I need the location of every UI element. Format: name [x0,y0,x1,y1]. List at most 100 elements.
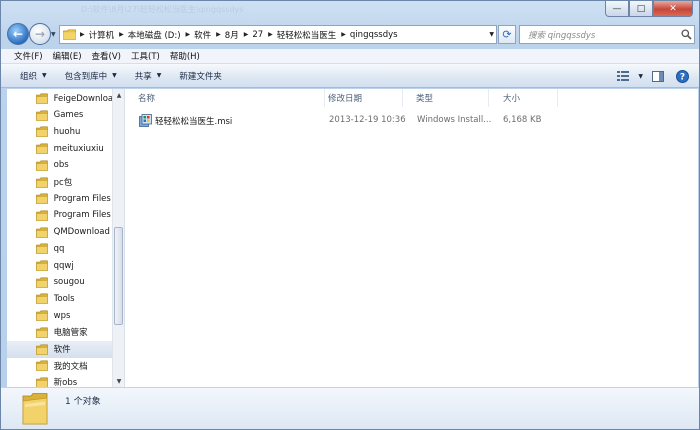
nav-tree-label: qq [53,243,65,254]
column-header-type[interactable]: 类型 [403,89,489,107]
chevron-right-icon[interactable]: ▶ [242,31,253,38]
command-button[interactable]: 包含到库中 ▼ [56,66,126,86]
nav-tree-item[interactable]: qq [7,240,112,257]
breadcrumb-item[interactable]: ▶ 计算机 [78,26,117,43]
search-box[interactable]: 搜索 qingqssdys [519,25,695,44]
chevron-up-icon: ▲ [116,91,122,99]
maximize-button[interactable]: □ [629,1,653,17]
column-header-name[interactable]: 名称 [125,89,325,107]
refresh-button[interactable]: ⟳ [498,25,516,44]
menu-item[interactable]: 文件(F) [9,50,48,62]
nav-tree-label: qqwj [53,260,74,271]
command-button[interactable]: 共享 ▼ [126,66,171,86]
chevron-right-icon[interactable]: ▶ [78,31,89,38]
navigation-scrollbar[interactable]: ▲ ▼ [112,89,124,387]
folder-icon [36,93,50,104]
help-button[interactable]: ? [673,67,691,85]
file-row[interactable]: 轻轻松松当医生.msi 2013-12-19 10:36 Windows Ins… [125,111,698,130]
breadcrumb-item[interactable]: ▶ qingqssdys [339,26,400,43]
forward-button[interactable]: → [29,23,51,45]
view-options-dropdown[interactable]: ▼ [638,73,643,80]
file-size: 6,168 KB [503,115,542,125]
search-icon[interactable] [678,29,694,40]
nav-tree-item[interactable]: 电脑管家 [7,324,112,341]
details-pane: 1 个对象 [1,387,699,429]
menu-item[interactable]: 工具(T) [126,50,165,62]
breadcrumb-item[interactable]: ▶ 27 [242,26,266,43]
file-list[interactable]: 名称 修改日期 类型 大小 轻轻松松当医生.msi 2013-12-19 10:… [125,89,698,387]
address-bar[interactable]: ▶ 计算机 ▶ 本地磁盘 (D:) ▶ 软件 ▶ 8月 ▶ 27 ▶ 轻轻松松当医生 ▶ qingqssd… [59,25,497,44]
nav-tree-item[interactable]: meituxiuxiu [7,140,112,157]
breadcrumb-item[interactable]: ▶ 轻轻松松当医生 [266,26,339,43]
folder-icon [36,344,50,355]
nav-tree-label: 新obs [53,378,78,387]
folder-icon [36,377,50,387]
breadcrumb-label[interactable]: 软件 [194,29,214,41]
file-type: Windows Install... [417,115,492,125]
back-button[interactable]: ← [7,23,29,45]
nav-tree-item[interactable]: FeigeDownloa [7,90,112,107]
scroll-thumb[interactable] [114,227,123,325]
scroll-up-button[interactable]: ▲ [113,89,124,101]
breadcrumb-item[interactable]: ▶ 软件 [184,26,215,43]
nav-tree-item[interactable]: 我的文档 [7,357,112,374]
breadcrumb-label[interactable]: 27 [252,30,266,40]
breadcrumb-item[interactable]: ▶ 本地磁盘 (D:) [117,26,183,43]
navigation-pane[interactable]: 新obs 我的文档 软件 电脑管家 wps Tools sougou qqwj qq QMDown… [7,89,125,387]
folder-icon [36,243,50,255]
command-button[interactable]: 新建文件夹 [170,66,231,86]
nav-tree-item[interactable]: 软件 [7,340,112,358]
nav-tree-item[interactable]: Program Files [7,207,112,224]
folder-icon [36,210,50,221]
folder-icon [60,26,78,43]
change-view-button[interactable] [614,67,632,85]
refresh-icon: ⟳ [502,28,512,41]
chevron-down-icon: ▼ [116,377,122,385]
arrow-left-icon: ← [12,27,24,41]
chevron-right-icon[interactable]: ▶ [266,31,277,38]
title-bar[interactable]: D:\软件\8月\27\轻轻松松当医生\qingqssdys — □ ✕ [1,1,699,19]
preview-pane-button[interactable] [649,67,667,85]
folder-icon [36,310,50,321]
menu-item[interactable]: 编辑(E) [48,50,87,62]
file-name[interactable]: 轻轻松松当医生.msi [155,115,232,127]
folder-icon [22,393,48,425]
nav-tree-item[interactable]: 新obs [7,374,112,387]
nav-tree-item[interactable]: Program Files [7,190,112,207]
folder-icon [36,110,50,121]
nav-tree-item[interactable]: qqwj [7,257,112,274]
column-header-modified[interactable]: 修改日期 [315,89,403,107]
nav-tree-label: sougou [53,277,85,288]
menu-item[interactable]: 帮助(H) [165,50,205,62]
recent-pages-dropdown[interactable]: ▼ [51,31,56,38]
breadcrumb-label[interactable]: 计算机 [89,29,118,41]
column-header-size[interactable]: 大小 [490,89,558,107]
breadcrumb-label[interactable]: 本地磁盘 (D:) [128,29,184,41]
chevron-right-icon[interactable]: ▶ [339,31,350,38]
nav-tree-item[interactable]: sougou [7,274,112,291]
nav-tree-item[interactable]: wps [7,307,112,324]
nav-tree-item[interactable]: obs [7,157,112,174]
search-input[interactable]: 搜索 qingqssdys [520,29,678,41]
address-dropdown-button[interactable]: ▼ [489,31,494,38]
command-button[interactable]: 组织 ▼ [11,66,56,86]
scroll-down-button[interactable]: ▼ [113,375,124,387]
breadcrumb-label[interactable]: 轻轻松松当医生 [277,29,340,41]
breadcrumb-label[interactable]: 8月 [225,29,242,41]
chevron-right-icon[interactable]: ▶ [214,31,225,38]
chevron-down-icon: ▼ [489,31,494,38]
chevron-right-icon[interactable]: ▶ [117,31,128,38]
nav-tree-label: obs [53,160,69,171]
menu-item[interactable]: 查看(V) [87,50,126,62]
folder-icon [36,360,50,371]
nav-tree-item[interactable]: Tools [7,290,112,307]
nav-tree-item[interactable]: huohu [7,123,112,140]
breadcrumb-item[interactable]: ▶ 8月 [214,26,242,43]
nav-tree-item[interactable]: QMDownload [7,224,112,241]
chevron-right-icon[interactable]: ▶ [184,31,195,38]
nav-tree-item[interactable]: pc包 [7,174,112,191]
minimize-button[interactable]: — [605,1,629,17]
close-button[interactable]: ✕ [653,1,693,17]
breadcrumb-label[interactable]: qingqssdys [350,30,401,40]
nav-tree-item[interactable]: Games [7,107,112,124]
